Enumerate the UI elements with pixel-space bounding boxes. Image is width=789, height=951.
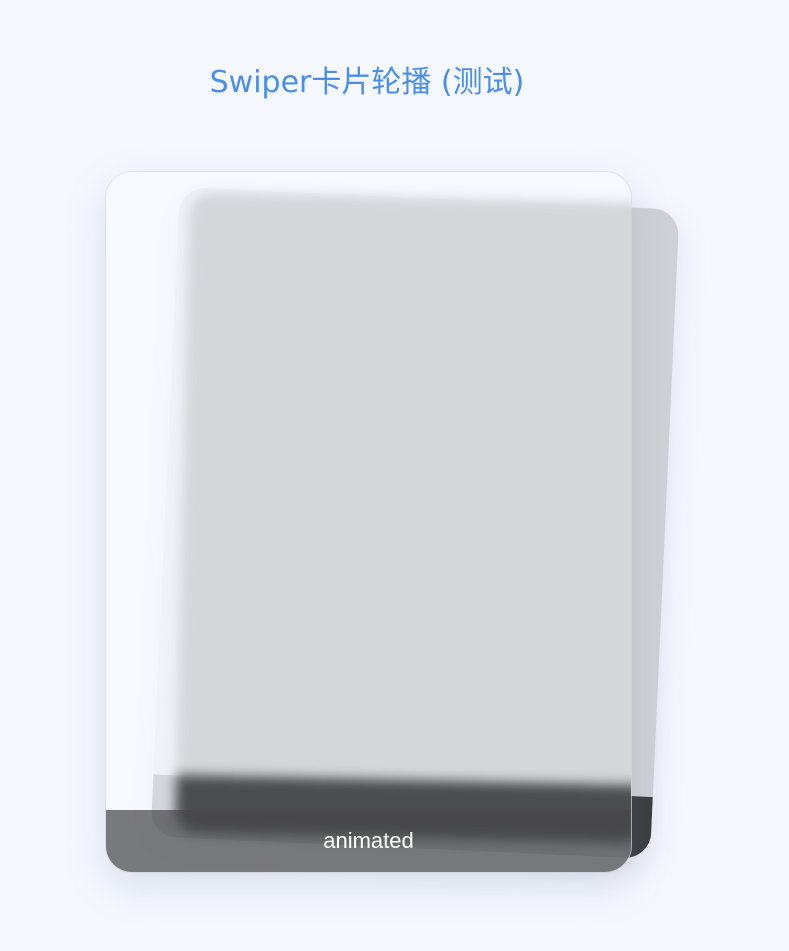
- carousel-card-active[interactable]: animated: [106, 172, 631, 872]
- card-caption: animated: [106, 810, 631, 872]
- card-carousel[interactable]: animated: [0, 0, 789, 951]
- card-image: [174, 192, 631, 844]
